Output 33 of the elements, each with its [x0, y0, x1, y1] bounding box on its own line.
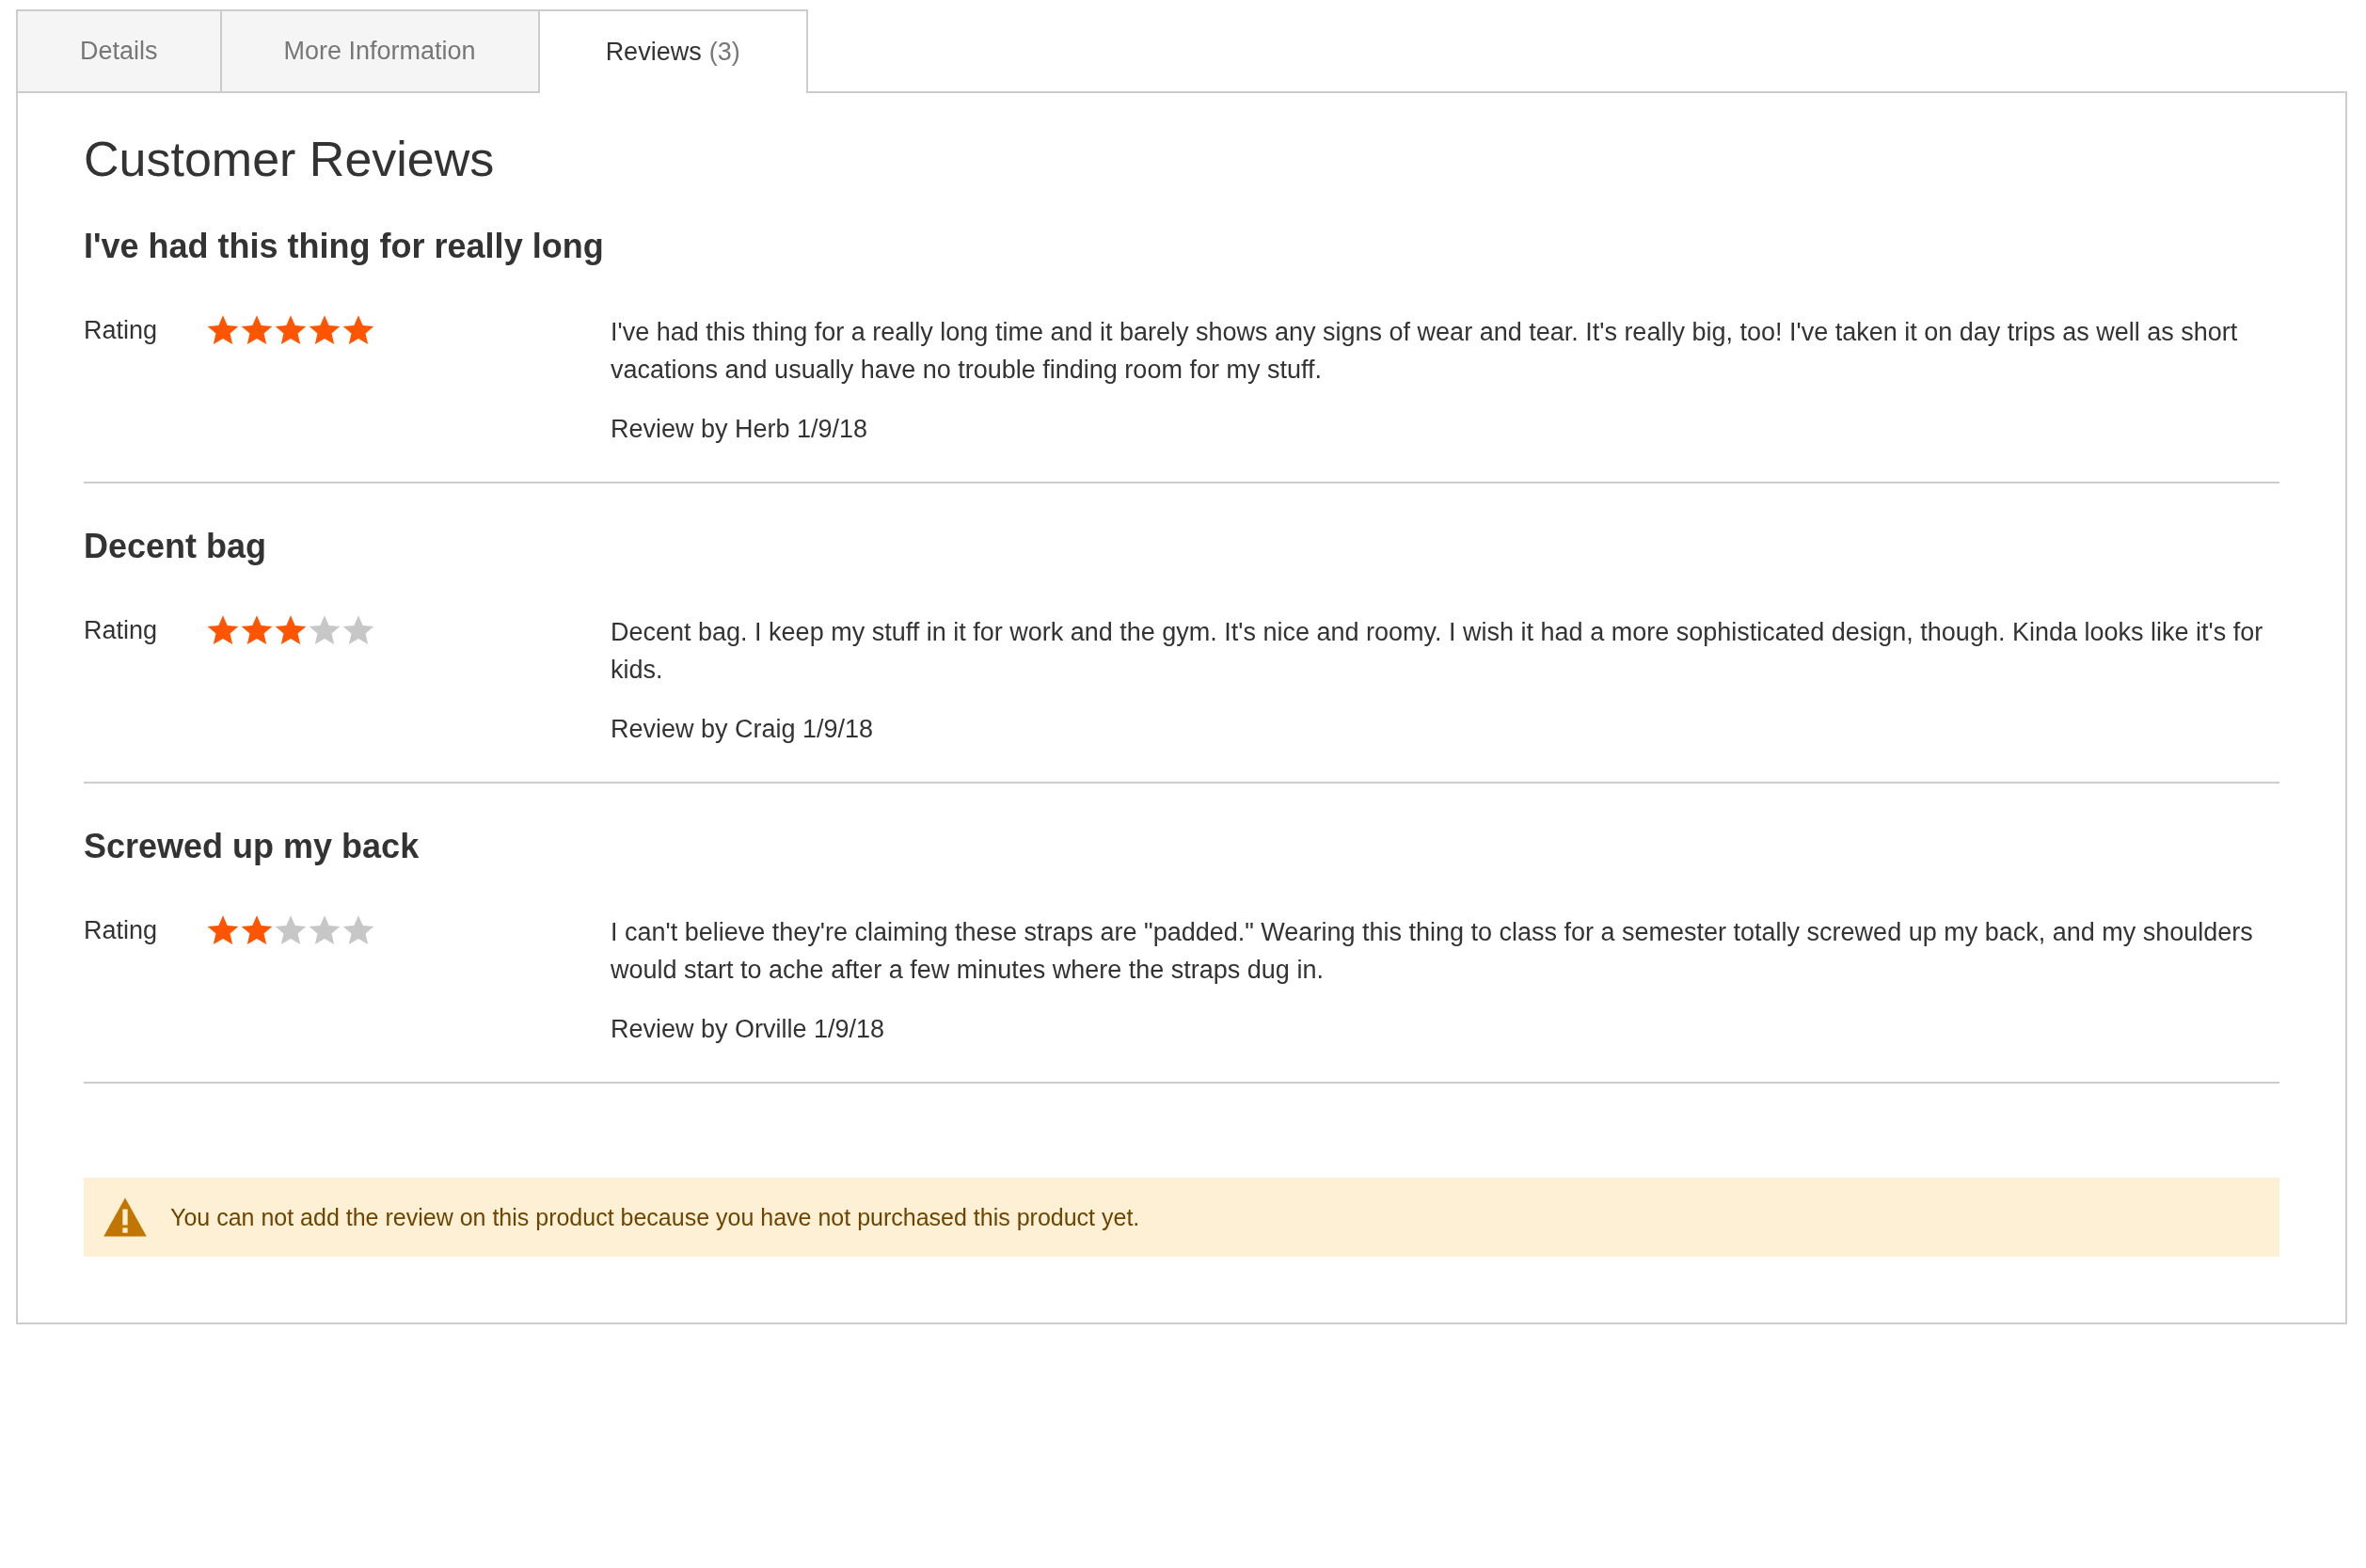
review-text: Decent bag. I keep my stuff in it for work and the gym. It's nice and roomy. I wish it had a more sophisticated design, though. Kinda looks like it's for kids. — [611, 617, 2264, 686]
filled-star-icon — [274, 313, 308, 347]
review-title: I've had this thing for really long — [84, 227, 605, 266]
filled-star-icon — [308, 313, 341, 347]
rating-label: Rating — [84, 615, 159, 645]
tab[interactable]: Details — [16, 9, 220, 91]
rating-label: Rating — [84, 915, 159, 945]
section-heading: Customer Reviews — [84, 131, 496, 187]
review-title: Decent bag — [84, 527, 268, 566]
empty-star-icon — [274, 913, 308, 947]
filled-star-icon — [206, 313, 240, 347]
filled-star-icon — [240, 913, 274, 947]
filled-star-icon — [206, 613, 240, 647]
tab[interactable]: Reviews (3) — [537, 9, 808, 93]
review-text: I can't believe they're claiming these straps are "padded." Wearing this thing to class for a semester totally screwed up my back, and my shoulders would start to ache after a few minutes where the straps dug in. — [611, 917, 2254, 986]
empty-star-icon — [341, 913, 375, 947]
warning-text: You can not add the review on this product because you have not purchased this product yet. — [170, 1203, 1140, 1231]
filled-star-icon — [240, 613, 274, 647]
filled-star-icon — [341, 313, 375, 347]
filled-star-icon — [206, 913, 240, 947]
review-byline: Review by Craig 1/9/18 — [611, 715, 875, 744]
review-byline: Review by Orville 1/9/18 — [611, 1015, 886, 1044]
empty-star-icon — [308, 613, 341, 647]
review-byline: Review by Herb 1/9/18 — [611, 415, 869, 444]
tab[interactable]: More Information — [219, 9, 538, 91]
review-title: Screwed up my back — [84, 827, 421, 866]
review-text: I've had this thing for a really long time and it barely shows any signs of wear and tear. It's really big, too! I've taken it on day trips as well as short vacations and usually have no trouble finding room for my stuff. — [611, 317, 2239, 386]
warning-icon — [103, 1196, 148, 1238]
empty-star-icon — [341, 613, 375, 647]
empty-star-icon — [308, 913, 341, 947]
filled-star-icon — [274, 613, 308, 647]
filled-star-icon — [240, 313, 274, 347]
rating-label: Rating — [84, 315, 159, 345]
